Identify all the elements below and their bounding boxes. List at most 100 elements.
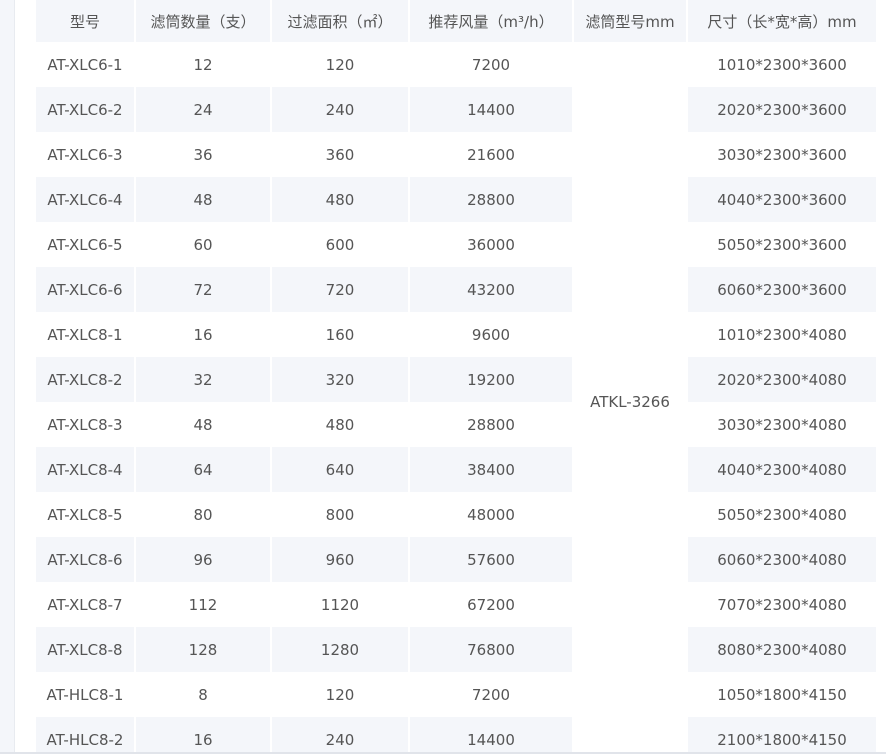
cell-area: 960 <box>272 537 408 582</box>
table-row: AT-XLC8-8 128 1280 76800 8080*2300*4080 <box>36 627 876 672</box>
cell-count: 48 <box>136 402 270 447</box>
cell-area: 480 <box>272 177 408 222</box>
table-row: AT-XLC8-2 32 320 19200 2020*2300*4080 <box>36 357 876 402</box>
cell-filter-model: ATKL-3266 <box>574 42 686 754</box>
cell-area: 240 <box>272 717 408 754</box>
cell-count: 48 <box>136 177 270 222</box>
cell-area: 720 <box>272 267 408 312</box>
cell-model: AT-XLC8-8 <box>36 627 134 672</box>
cell-count: 32 <box>136 357 270 402</box>
cell-airflow: 14400 <box>410 717 572 754</box>
cell-count: 36 <box>136 132 270 177</box>
table-row: AT-XLC6-5 60 600 36000 5050*2300*3600 <box>36 222 876 267</box>
cell-airflow: 36000 <box>410 222 572 267</box>
cell-area: 120 <box>272 672 408 717</box>
cell-model: AT-XLC6-2 <box>36 87 134 132</box>
cell-airflow: 9600 <box>410 312 572 357</box>
cell-area: 160 <box>272 312 408 357</box>
cell-count: 96 <box>136 537 270 582</box>
cell-size: 2100*1800*4150 <box>688 717 876 754</box>
cell-area: 600 <box>272 222 408 267</box>
cell-area: 240 <box>272 87 408 132</box>
cell-airflow: 7200 <box>410 42 572 87</box>
cell-count: 80 <box>136 492 270 537</box>
cell-count: 24 <box>136 87 270 132</box>
table-row: AT-XLC8-6 96 960 57600 6060*2300*4080 <box>36 537 876 582</box>
header-airflow: 推荐风量（m³/h） <box>410 0 572 42</box>
cell-airflow: 57600 <box>410 537 572 582</box>
cell-size: 1010*2300*4080 <box>688 312 876 357</box>
cell-size: 8080*2300*4080 <box>688 627 876 672</box>
header-count: 滤筒数量（支） <box>136 0 270 42</box>
cell-size: 5050*2300*4080 <box>688 492 876 537</box>
table-row: AT-HLC8-1 8 120 7200 1050*1800*4150 <box>36 672 876 717</box>
table-row: AT-XLC8-4 64 640 38400 4040*2300*4080 <box>36 447 876 492</box>
cell-airflow: 19200 <box>410 357 572 402</box>
cell-model: AT-HLC8-1 <box>36 672 134 717</box>
cell-airflow: 38400 <box>410 447 572 492</box>
cell-area: 640 <box>272 447 408 492</box>
cell-model: AT-XLC8-4 <box>36 447 134 492</box>
cell-count: 64 <box>136 447 270 492</box>
cell-model: AT-XLC8-5 <box>36 492 134 537</box>
table-row: AT-XLC6-2 24 240 14400 2020*2300*3600 <box>36 87 876 132</box>
cell-area: 320 <box>272 357 408 402</box>
cell-area: 800 <box>272 492 408 537</box>
cell-size: 1050*1800*4150 <box>688 672 876 717</box>
cell-model: AT-XLC8-1 <box>36 312 134 357</box>
cell-model: AT-XLC8-7 <box>36 582 134 627</box>
cell-size: 7070*2300*4080 <box>688 582 876 627</box>
cell-model: AT-HLC8-2 <box>36 717 134 754</box>
table-row: AT-XLC6-4 48 480 28800 4040*2300*3600 <box>36 177 876 222</box>
cell-airflow: 21600 <box>410 132 572 177</box>
header-model: 型号 <box>36 0 134 42</box>
cell-count: 112 <box>136 582 270 627</box>
cell-size: 1010*2300*3600 <box>688 42 876 87</box>
cell-size: 3030*2300*4080 <box>688 402 876 447</box>
table-row: AT-XLC6-3 36 360 21600 3030*2300*3600 <box>36 132 876 177</box>
cell-model: AT-XLC6-3 <box>36 132 134 177</box>
table-row: AT-XLC6-1 12 120 7200 ATKL-3266 1010*230… <box>36 42 876 754</box>
cell-size: 4040*2300*4080 <box>688 447 876 492</box>
cell-count: 128 <box>136 627 270 672</box>
cell-size: 3030*2300*3600 <box>688 132 876 177</box>
left-panel-strip <box>0 0 15 754</box>
header-row: 型号 滤筒数量（支） 过滤面积（㎡） 推荐风量（m³/h） 滤筒型号mm 尺寸（… <box>36 0 876 42</box>
cell-area: 1280 <box>272 627 408 672</box>
cell-model: AT-XLC6-5 <box>36 222 134 267</box>
cell-model: AT-XLC6-1 <box>36 42 134 87</box>
cell-airflow: 48000 <box>410 492 572 537</box>
cell-size: 6060*2300*4080 <box>688 537 876 582</box>
cell-size: 2020*2300*3600 <box>688 87 876 132</box>
table-row: AT-XLC8-3 48 480 28800 3030*2300*4080 <box>36 402 876 447</box>
table-row: AT-XLC8-5 80 800 48000 5050*2300*4080 <box>36 492 876 537</box>
cell-size: 5050*2300*3600 <box>688 222 876 267</box>
cell-model: AT-XLC6-4 <box>36 177 134 222</box>
table-row: AT-XLC8-7 112 1120 67200 7070*2300*4080 <box>36 582 876 627</box>
cell-area: 480 <box>272 402 408 447</box>
header-filter-model: 滤筒型号mm <box>574 0 686 42</box>
cell-count: 16 <box>136 312 270 357</box>
cell-airflow: 67200 <box>410 582 572 627</box>
header-size: 尺寸（长*宽*高）mm <box>688 0 876 42</box>
cell-model: AT-XLC8-6 <box>36 537 134 582</box>
table-row: AT-XLC6-6 72 720 43200 6060*2300*3600 <box>36 267 876 312</box>
header-area: 过滤面积（㎡） <box>272 0 408 42</box>
cell-count: 8 <box>136 672 270 717</box>
cell-area: 120 <box>272 42 408 87</box>
cell-model: AT-XLC6-6 <box>36 267 134 312</box>
cell-size: 4040*2300*3600 <box>688 177 876 222</box>
cell-airflow: 76800 <box>410 627 572 672</box>
cell-count: 12 <box>136 42 270 87</box>
cell-size: 2020*2300*4080 <box>688 357 876 402</box>
cell-count: 16 <box>136 717 270 754</box>
cell-area: 360 <box>272 132 408 177</box>
cell-size: 6060*2300*3600 <box>688 267 876 312</box>
cell-airflow: 7200 <box>410 672 572 717</box>
cell-model: AT-XLC8-2 <box>36 357 134 402</box>
cell-airflow: 28800 <box>410 402 572 447</box>
page: 型号 滤筒数量（支） 过滤面积（㎡） 推荐风量（m³/h） 滤筒型号mm 尺寸（… <box>0 0 886 754</box>
cell-count: 60 <box>136 222 270 267</box>
cell-airflow: 28800 <box>410 177 572 222</box>
cell-airflow: 43200 <box>410 267 572 312</box>
